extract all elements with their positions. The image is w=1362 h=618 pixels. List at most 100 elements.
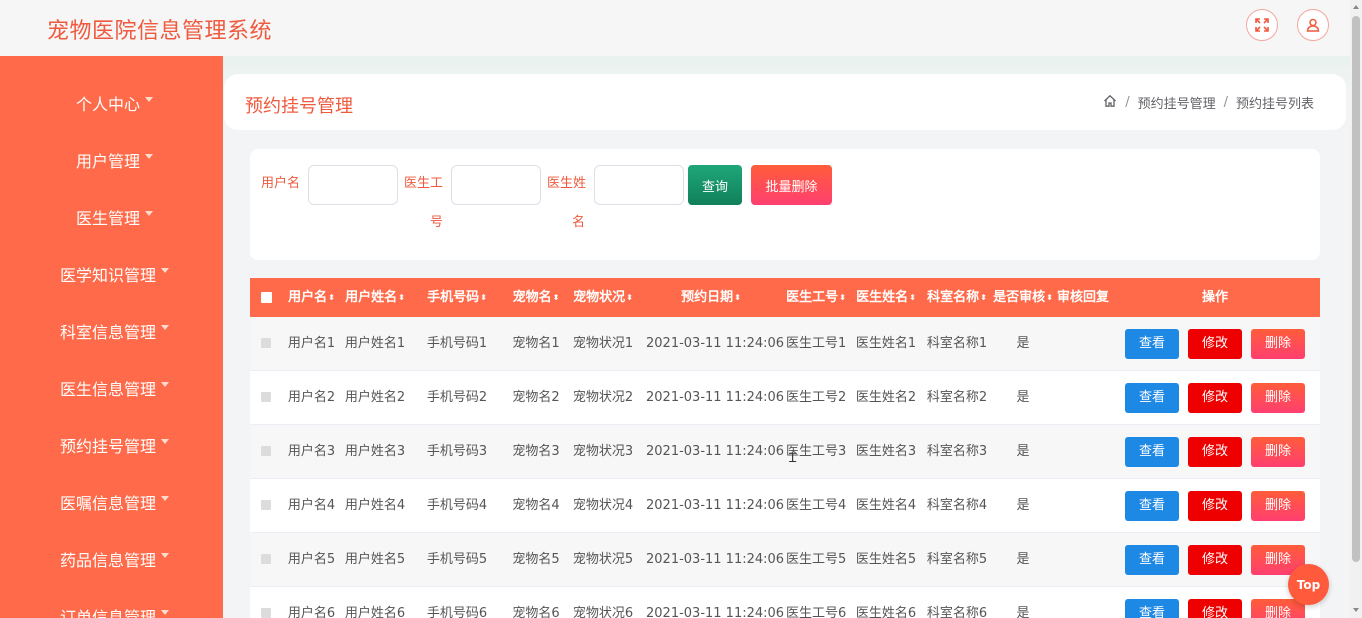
delete-button[interactable]: 删除 [1251, 329, 1305, 359]
chevron-down-icon [161, 610, 169, 615]
row-checkbox[interactable] [261, 446, 271, 456]
table-cell: 宠物状况4 [572, 498, 634, 513]
sort-icon[interactable]: ⬍ [839, 293, 846, 302]
table-cell: 科室名称6 [926, 606, 988, 618]
username-input[interactable] [308, 165, 398, 205]
table-cell: 用户姓名3 [344, 444, 406, 459]
doctor-name-input[interactable] [594, 165, 684, 205]
sidebar-item-departments[interactable]: 科室信息管理 [0, 302, 223, 359]
sort-icon[interactable]: ⬍ [626, 293, 633, 302]
sidebar-item-drugs[interactable]: 药品信息管理 [0, 530, 223, 587]
sidebar-item-users[interactable]: 用户管理 [0, 131, 223, 188]
username-label: 用户名 [261, 176, 301, 191]
delete-button[interactable]: 删除 [1251, 437, 1305, 467]
user-icon[interactable] [1297, 9, 1329, 41]
sort-icon[interactable]: ⬍ [1046, 293, 1053, 302]
sidebar-item-doctors[interactable]: 医生管理 [0, 188, 223, 245]
table-cell: 手机号码2 [426, 390, 488, 405]
table-cell: 医生工号2 [786, 390, 847, 405]
select-all-checkbox[interactable] [261, 292, 272, 303]
sidebar-item-profile[interactable]: 个人中心 [0, 74, 223, 131]
table-cell: 是 [1016, 552, 1030, 567]
table-cell: 2021-03-11 11:24:06 [646, 606, 785, 618]
delete-button[interactable]: 删除 [1251, 383, 1305, 413]
sort-icon[interactable]: ⬍ [480, 293, 487, 302]
edit-button[interactable]: 修改 [1188, 383, 1242, 413]
back-to-top-button[interactable]: Top [1288, 564, 1329, 605]
table-cell: 宠物名6 [512, 606, 560, 618]
chevron-down-icon [161, 496, 169, 501]
table-cell: 是 [1016, 444, 1030, 459]
doctor-no-label: 医生工 [404, 176, 444, 191]
table-cell: 医生工号1 [786, 336, 847, 351]
scroll-down-icon[interactable] [1353, 608, 1359, 612]
row-checkbox[interactable] [261, 608, 271, 618]
sort-icon[interactable]: ⬍ [553, 293, 560, 302]
query-button[interactable]: 查询 [688, 165, 742, 205]
doctor-no-input[interactable] [451, 165, 541, 205]
column-header[interactable]: 预约日期⬍ [646, 278, 776, 317]
table-cell: 用户姓名4 [344, 498, 406, 513]
expand-icon[interactable] [1246, 9, 1278, 41]
sort-icon[interactable]: ⬍ [909, 293, 916, 302]
doctor-name-label: 医生姓 [547, 176, 587, 191]
view-button[interactable]: 查看 [1125, 545, 1179, 575]
sidebar-item-doctor-info[interactable]: 医生信息管理 [0, 359, 223, 416]
table-cell: 科室名称3 [926, 444, 988, 459]
sidebar-item-orders[interactable]: 订单信息管理 [0, 587, 223, 618]
table-cell: 手机号码4 [426, 498, 488, 513]
view-button[interactable]: 查看 [1125, 491, 1179, 521]
sort-icon[interactable]: ⬍ [980, 293, 987, 302]
scroll-thumb[interactable] [1352, 16, 1360, 562]
table-cell: 科室名称2 [926, 390, 988, 405]
column-header[interactable]: 用户姓名⬍ [344, 278, 406, 317]
text-cursor-icon: Ɪ [789, 451, 797, 466]
column-header[interactable]: 是否审核⬍ [992, 278, 1054, 317]
batch-delete-button[interactable]: 批量删除 [751, 165, 832, 205]
edit-button[interactable]: 修改 [1188, 329, 1242, 359]
sort-icon[interactable]: ⬍ [398, 293, 405, 302]
column-header[interactable]: 宠物状况⬍ [571, 278, 635, 317]
row-checkbox[interactable] [261, 338, 271, 348]
row-checkbox[interactable] [261, 554, 271, 564]
column-header[interactable]: 用户名⬍ [284, 278, 339, 317]
edit-button[interactable]: 修改 [1188, 491, 1242, 521]
sort-icon[interactable]: ⬍ [734, 293, 741, 302]
scrollbar[interactable] [1350, 0, 1362, 618]
sidebar-item-appointments[interactable]: 预约挂号管理 [0, 416, 223, 473]
table-cell: 2021-03-11 11:24:06 [646, 498, 785, 513]
view-button[interactable]: 查看 [1125, 437, 1179, 467]
view-button[interactable]: 查看 [1125, 329, 1179, 359]
table-cell: 用户名4 [287, 498, 336, 513]
home-icon[interactable] [1103, 94, 1117, 112]
sort-icon[interactable]: ⬍ [328, 293, 335, 302]
table-cell: 医生工号4 [786, 498, 847, 513]
column-header[interactable]: 宠物名⬍ [509, 278, 563, 317]
table-cell: 用户名2 [287, 390, 336, 405]
scroll-up-icon[interactable] [1353, 5, 1359, 9]
column-header[interactable]: 医生工号⬍ [786, 278, 846, 317]
column-header[interactable]: 医生姓名⬍ [855, 278, 917, 317]
table-row: 用户名5 用户姓名5 手机号码5 宠物名5 宠物状况5 2021-03-11 11:24:… [250, 533, 1320, 587]
edit-button[interactable]: 修改 [1188, 599, 1242, 618]
column-header: 操作 [1201, 290, 1228, 305]
edit-button[interactable]: 修改 [1188, 545, 1242, 575]
table-row: 用户名4 用户姓名4 手机号码4 宠物名4 宠物状况4 2021-03-11 11:24:… [250, 479, 1320, 533]
chevron-down-icon [161, 325, 169, 330]
breadcrumb-item[interactable]: 预约挂号管理 [1138, 93, 1216, 112]
row-checkbox[interactable] [261, 500, 271, 510]
column-header[interactable]: 手机号码⬍ [424, 278, 490, 317]
chevron-down-icon [145, 211, 153, 216]
view-button[interactable]: 查看 [1125, 599, 1179, 618]
table-cell: 宠物状况5 [572, 552, 634, 567]
edit-button[interactable]: 修改 [1188, 437, 1242, 467]
table-cell [1054, 533, 1112, 587]
delete-button[interactable]: 删除 [1251, 491, 1305, 521]
app-title: 宠物医院信息管理系统 [47, 19, 273, 44]
sidebar-item-medical-knowledge[interactable]: 医学知识管理 [0, 245, 223, 302]
view-button[interactable]: 查看 [1125, 383, 1179, 413]
column-header[interactable]: 科室名称⬍ [926, 278, 988, 317]
row-checkbox[interactable] [261, 392, 271, 402]
page-title: 预约挂号管理 [245, 96, 353, 117]
sidebar-item-orders-medical[interactable]: 医嘱信息管理 [0, 473, 223, 530]
